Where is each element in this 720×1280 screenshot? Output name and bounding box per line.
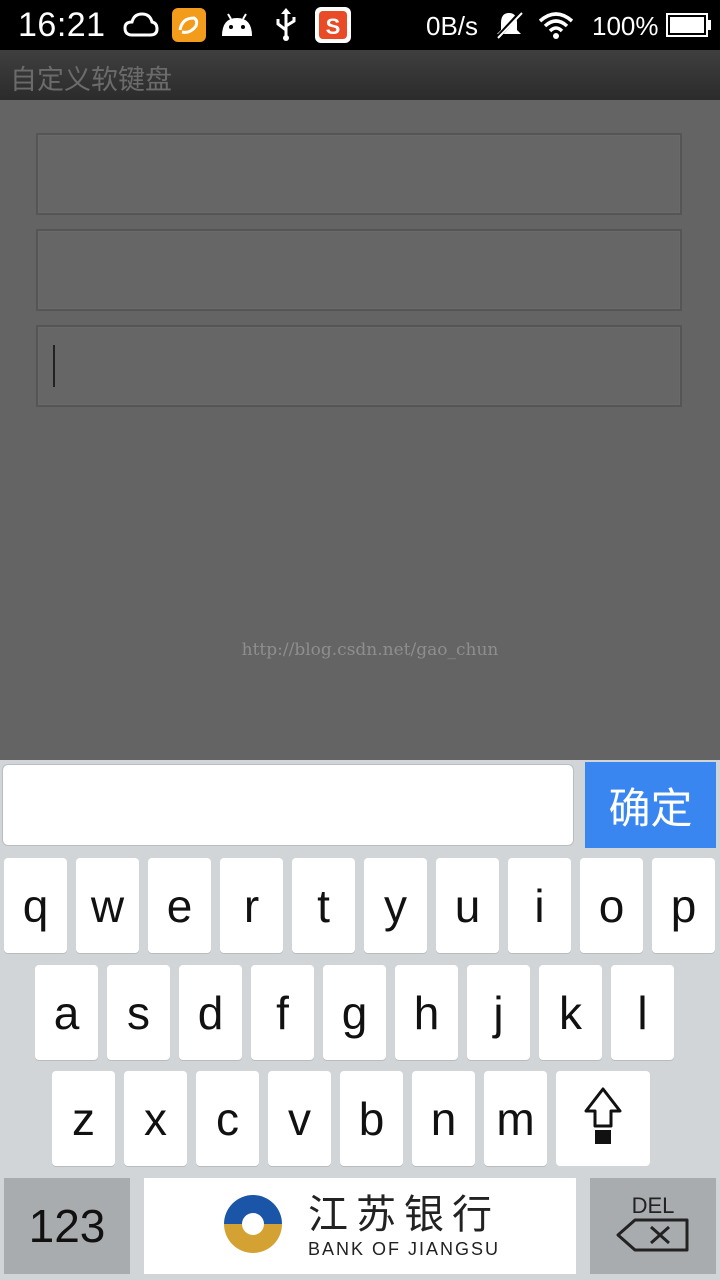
key-y[interactable]: y — [364, 858, 427, 953]
battery-icon — [666, 8, 712, 42]
key-o[interactable]: o — [580, 858, 643, 953]
wifi-icon — [537, 8, 575, 42]
page-title: 自定义软键盘 — [10, 65, 172, 95]
key-h[interactable]: h — [395, 965, 458, 1060]
key-a[interactable]: a — [35, 965, 98, 1060]
key-c[interactable]: c — [196, 1071, 259, 1166]
bank-name-en: BANK OF JIANGSU — [307, 1238, 501, 1259]
bank-of-jiangsu-logo-icon — [220, 1191, 286, 1262]
key-u[interactable]: u — [436, 858, 499, 953]
backspace-icon — [615, 1217, 691, 1258]
key-w[interactable]: w — [76, 858, 139, 953]
key-z[interactable]: z — [52, 1071, 115, 1166]
bank-logo-key[interactable]: 江苏银行 BANK OF JIANGSU — [144, 1178, 576, 1274]
key-v[interactable]: v — [268, 1071, 331, 1166]
edit-text-1[interactable] — [36, 133, 682, 215]
numbers-key[interactable]: 123 — [4, 1178, 130, 1274]
key-l[interactable]: l — [611, 965, 674, 1060]
text-cursor — [53, 345, 55, 387]
shift-key[interactable] — [556, 1071, 650, 1166]
uc-browser-icon — [171, 8, 207, 42]
shift-icon — [583, 1086, 623, 1151]
key-n[interactable]: n — [412, 1071, 475, 1166]
action-bar: 自定义软键盘 — [0, 50, 720, 100]
bank-name: 江苏银行 BANK OF JIANGSU — [308, 1193, 500, 1260]
edit-text-2[interactable] — [36, 229, 682, 311]
edit-text-3[interactable] — [36, 325, 682, 407]
cloud-icon — [122, 8, 160, 42]
status-bar: 16:21 S 0B/s 100% — [0, 0, 720, 50]
delete-key[interactable]: DEL — [590, 1178, 716, 1274]
key-f[interactable]: f — [251, 965, 314, 1060]
delete-label: DEL — [631, 1192, 675, 1218]
bank-name-cn: 江苏银行 — [308, 1191, 500, 1238]
keyboard-input[interactable] — [2, 764, 574, 846]
key-q[interactable]: q — [4, 858, 67, 953]
network-speed: 0B/s — [426, 11, 479, 41]
svg-text:S: S — [326, 14, 341, 39]
mute-icon — [494, 8, 524, 42]
key-d[interactable]: d — [179, 965, 242, 1060]
key-j[interactable]: j — [467, 965, 530, 1060]
key-k[interactable]: k — [539, 965, 602, 1060]
status-time: 16:21 — [18, 6, 106, 44]
key-s[interactable]: s — [107, 965, 170, 1060]
key-m[interactable]: m — [484, 1071, 547, 1166]
key-e[interactable]: e — [148, 858, 211, 953]
confirm-button[interactable]: 确定 — [585, 762, 716, 848]
key-t[interactable]: t — [292, 858, 355, 953]
key-g[interactable]: g — [323, 965, 386, 1060]
sogou-ime-icon: S — [315, 7, 351, 43]
key-p[interactable]: p — [652, 858, 715, 953]
custom-keyboard: 确定 q w e r t y u i o p a s d f g h j k l… — [0, 760, 720, 1280]
key-x[interactable]: x — [124, 1071, 187, 1166]
key-r[interactable]: r — [220, 858, 283, 953]
usb-icon — [272, 8, 300, 42]
key-b[interactable]: b — [340, 1071, 403, 1166]
watermark: http://blog.csdn.net/gao_chun — [241, 640, 499, 660]
android-icon — [219, 8, 255, 42]
battery-percent: 100% — [592, 11, 659, 41]
key-i[interactable]: i — [508, 858, 571, 953]
